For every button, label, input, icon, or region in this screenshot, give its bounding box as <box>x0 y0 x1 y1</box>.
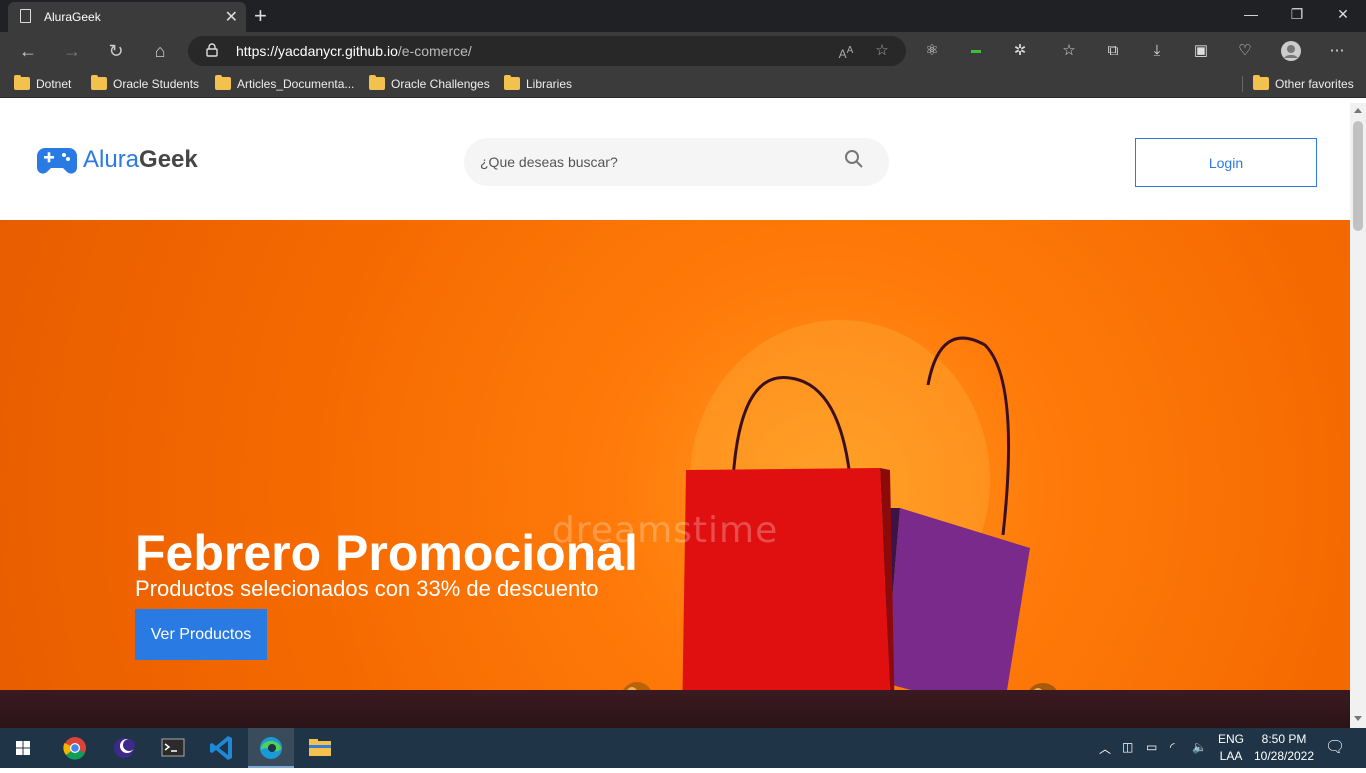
url-host: https://yacdanycr.github.io <box>236 43 398 59</box>
notifications-icon[interactable]: 🗨 <box>1325 737 1345 757</box>
hero-title: Febrero Promocional <box>135 525 638 581</box>
meet-now-icon[interactable]: ◫ <box>1122 740 1133 754</box>
lang-code: ENG <box>1217 732 1244 746</box>
lock-icon <box>206 43 218 57</box>
eclipse-taskbar-icon[interactable] <box>101 728 147 768</box>
browser-tab[interactable]: AluraGeek ✕ <box>8 2 246 32</box>
more-menu-icon[interactable]: ⋯ <box>1327 41 1347 61</box>
bookmark-libraries[interactable]: Libraries <box>504 75 573 92</box>
url-path: /e-comerce/ <box>397 43 472 59</box>
clock-date: 10/28/2022 <box>1253 749 1315 763</box>
search-input[interactable] <box>480 152 840 172</box>
language-indicator[interactable]: ENG LAA <box>1214 731 1248 765</box>
folder-icon <box>91 75 107 90</box>
collections-icon[interactable]: ⧉ <box>1103 41 1123 61</box>
bookmarks-divider <box>1242 76 1243 92</box>
bookmark-label: Oracle Challenges <box>391 77 490 91</box>
close-tab-icon[interactable]: ✕ <box>225 7 238 27</box>
forward-button[interactable]: → <box>61 40 83 62</box>
bookmark-label: Dotnet <box>36 77 72 91</box>
search-icon[interactable] <box>844 149 864 169</box>
hero-banner: dreamstime Febrero Promocional Productos… <box>0 220 1350 728</box>
scroll-down-arrow[interactable] <box>1354 716 1362 721</box>
login-button[interactable]: Login <box>1135 138 1317 187</box>
tab-strip: AluraGeek ✕ + — ❐ ✕ <box>0 0 1366 32</box>
logo-text: AluraGeek <box>83 146 198 174</box>
file-explorer-taskbar-icon[interactable] <box>297 728 343 768</box>
windows-taskbar: ︿ ◫ ▭ ◜ 🔈 ENG LAA 8:50 PM 10/28/2022 🗨 <box>0 728 1366 768</box>
bookmark-oracle-students[interactable]: Oracle Students <box>91 75 200 92</box>
folder-icon <box>504 75 520 90</box>
gamepad-icon <box>37 148 77 174</box>
vscode-taskbar-icon[interactable] <box>199 728 245 768</box>
tray-chevron-icon[interactable]: ︿ <box>1099 740 1111 757</box>
other-favorites[interactable]: Other favorites <box>1253 75 1354 92</box>
add-favorite-icon[interactable]: ☆ <box>872 41 892 61</box>
taskbar-clock[interactable]: 8:50 PM 10/28/2022 <box>1246 731 1322 765</box>
site-header: AluraGeek Login <box>0 103 1350 220</box>
battery-icon[interactable]: ▭ <box>1146 740 1157 754</box>
bookmark-label: Other favorites <box>1275 77 1354 91</box>
download-icon[interactable]: ⤓ <box>1147 41 1167 61</box>
bookmark-oracle-challenges[interactable]: Oracle Challenges <box>369 75 490 92</box>
edge-taskbar-icon[interactable] <box>248 728 294 768</box>
volume-icon[interactable]: 🔈 <box>1192 740 1207 754</box>
scroll-up-arrow[interactable] <box>1354 108 1362 113</box>
home-button[interactable]: ⌂ <box>149 40 171 62</box>
terminal-taskbar-icon[interactable] <box>150 728 196 768</box>
bookmark-label: Oracle Students <box>113 77 200 91</box>
logo-text-bold: Geek <box>139 146 198 173</box>
read-aloud-icon[interactable]: AA <box>836 41 856 61</box>
profile-avatar-icon[interactable] <box>1281 41 1301 61</box>
minimize-button[interactable]: — <box>1228 6 1274 22</box>
url-text: https://yacdanycr.github.io/e-comerce/ <box>236 43 472 59</box>
math-solver-icon[interactable]: ▣ <box>1191 41 1211 61</box>
tab-title: AluraGeek <box>44 10 101 24</box>
hero-floor <box>0 690 1350 728</box>
logo-text-main: Alura <box>83 146 140 173</box>
bookmark-dotnet[interactable]: Dotnet <box>14 75 72 92</box>
extensions-icon[interactable]: ✲ <box>1010 41 1030 61</box>
folder-icon <box>369 75 385 90</box>
browser-toolbar: ← → ↻ ⌂ https://yacdanycr.github.io/e-co… <box>0 32 1366 70</box>
keyboard-layout: LAA <box>1219 749 1243 763</box>
bookmark-label: Libraries <box>526 77 573 91</box>
view-products-button[interactable]: Ver Productos <box>135 609 267 660</box>
hero-subtitle: Productos selecionados con 33% de descue… <box>135 576 599 601</box>
folder-icon <box>1253 75 1269 90</box>
close-window-button[interactable]: ✕ <box>1320 6 1366 23</box>
bookmarks-bar: Dotnet Oracle Students Articles_Document… <box>0 70 1366 98</box>
restore-button[interactable]: ❐ <box>1274 6 1320 23</box>
folder-icon <box>14 75 30 90</box>
back-button[interactable]: ← <box>17 40 39 62</box>
page-scrollbar[interactable] <box>1350 103 1366 728</box>
react-devtools-icon[interactable]: ⚛ <box>922 41 942 61</box>
page-icon <box>20 9 31 23</box>
clock-time: 8:50 PM <box>1261 732 1307 746</box>
folder-icon <box>215 75 231 90</box>
wifi-icon[interactable]: ◜ <box>1170 740 1175 754</box>
address-bar[interactable]: https://yacdanycr.github.io/e-comerce/ A… <box>188 36 906 66</box>
windows-logo-icon <box>16 741 30 755</box>
bookmark-articles[interactable]: Articles_Documenta... <box>215 75 355 92</box>
browser-essentials-icon[interactable]: ♡ <box>1235 41 1255 61</box>
favorites-icon[interactable]: ☆ <box>1059 41 1079 61</box>
search-box <box>464 138 889 186</box>
page-viewport: AluraGeek Login <box>0 103 1350 728</box>
start-button[interactable] <box>0 728 46 768</box>
refresh-button[interactable]: ↻ <box>105 40 127 62</box>
bookmark-label: Articles_Documenta... <box>237 77 355 91</box>
chrome-taskbar-icon[interactable] <box>52 728 98 768</box>
scroll-thumb[interactable] <box>1353 121 1363 231</box>
new-tab-button[interactable]: + <box>254 3 267 29</box>
extension-green-icon[interactable]: ▬ <box>966 41 986 61</box>
